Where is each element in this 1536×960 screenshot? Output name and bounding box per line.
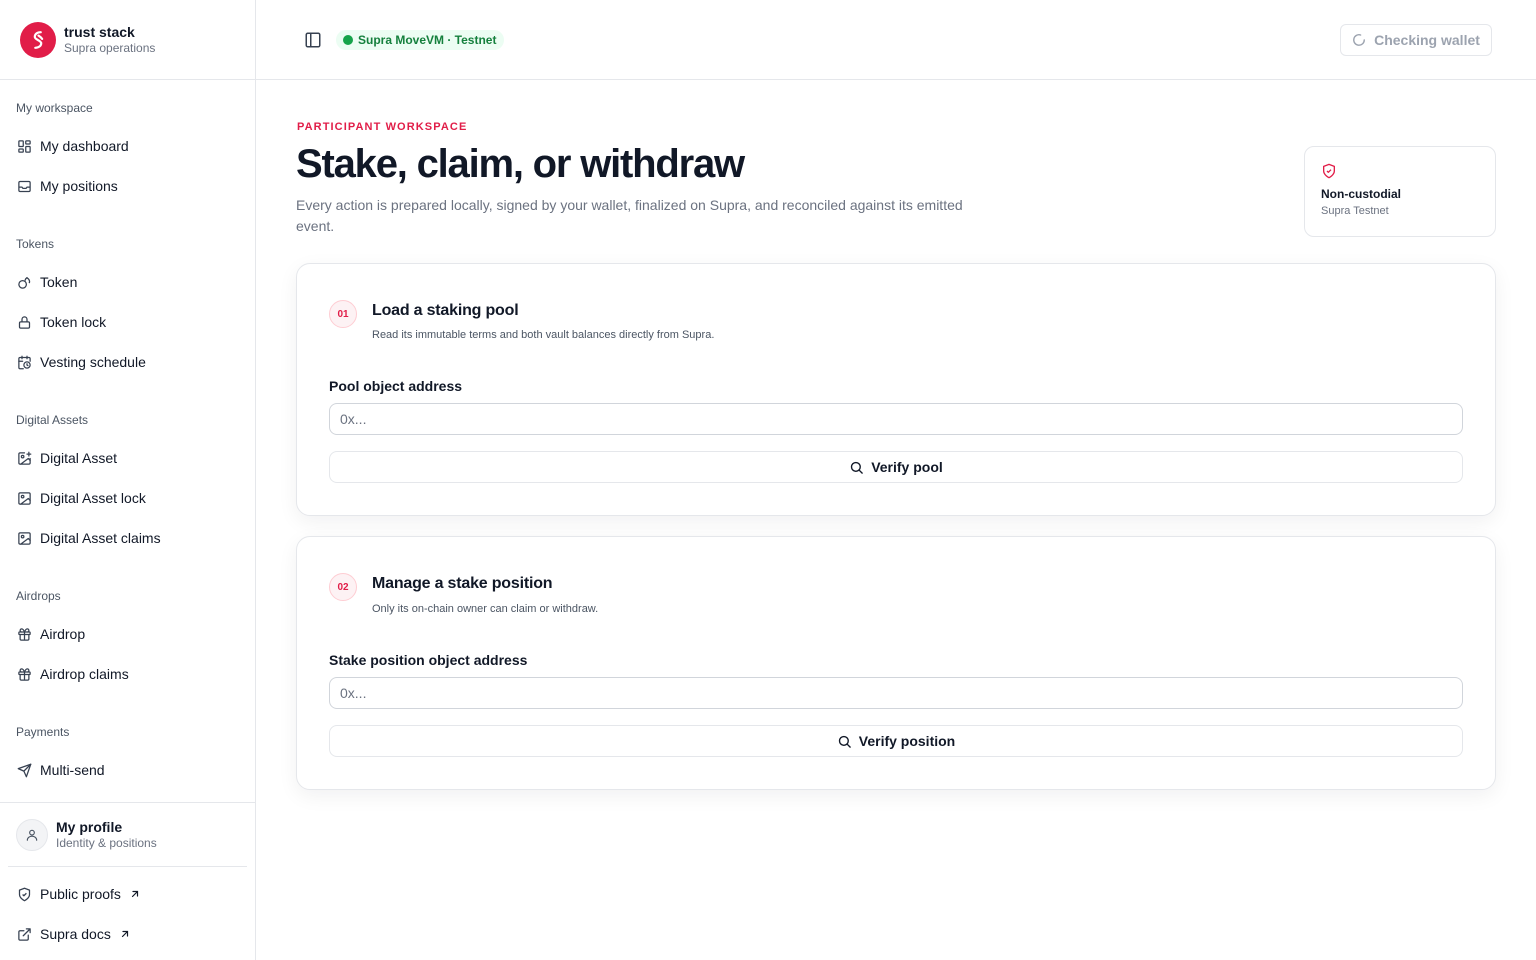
- divider: [8, 866, 247, 867]
- verify-pool-label: Verify pool: [871, 459, 943, 475]
- sidebar-toggle-icon[interactable]: [304, 31, 322, 49]
- step-subtitle: Only its on-chain owner can claim or wit…: [372, 603, 599, 615]
- search-icon: [837, 734, 852, 749]
- sidebar-item-label: Digital Asset claims: [40, 530, 161, 546]
- nav-group-label-digital-assets: Digital Assets: [16, 413, 89, 427]
- custody-card-subtitle: Supra Testnet: [1321, 205, 1389, 217]
- sidebar-item-digital-asset[interactable]: Digital Asset: [8, 441, 246, 475]
- network-badge-label: Supra MoveVM · Testnet: [358, 33, 497, 47]
- custody-card-title: Non-custodial: [1321, 187, 1401, 201]
- sidebar-item-vesting-schedule[interactable]: Vesting schedule: [8, 345, 246, 379]
- sidebar-item-label: Airdrop: [40, 626, 86, 642]
- coins-icon: [16, 274, 32, 290]
- inbox-icon: [16, 178, 32, 194]
- sidebar-item-label: Airdrop claims: [40, 666, 129, 682]
- sidebar-item-public-proofs[interactable]: Public proofs: [8, 877, 246, 911]
- image-icon: [16, 530, 32, 546]
- image-plus-icon: [16, 450, 32, 466]
- sidebar: trust stack Supra operations My workspac…: [0, 0, 256, 960]
- sidebar-item-label: Token: [40, 274, 78, 290]
- nav-group-label-my-workspace: My workspace: [16, 101, 93, 115]
- profile-subtitle: Identity & positions: [56, 836, 157, 850]
- verify-pool-button[interactable]: Verify pool: [329, 451, 1463, 483]
- profile-section[interactable]: My profile Identity & positions: [0, 802, 255, 868]
- sidebar-item-label: Token lock: [40, 314, 107, 330]
- shield-check-icon: [1321, 163, 1337, 179]
- position-address-input[interactable]: [329, 677, 1463, 709]
- wallet-button[interactable]: Checking wallet: [1340, 24, 1492, 56]
- step-card-manage-position: 02 Manage a stake position Only its on-c…: [296, 536, 1496, 790]
- sidebar-item-label: Multi-send: [40, 762, 105, 778]
- sidebar-item-label: Digital Asset lock: [40, 490, 146, 506]
- brand[interactable]: trust stack Supra operations: [0, 0, 255, 80]
- wallet-button-label: Checking wallet: [1374, 32, 1480, 48]
- nav-group-label-payments: Payments: [16, 725, 70, 739]
- step-number: 01: [329, 300, 357, 328]
- step-title: Load a staking pool: [372, 302, 519, 319]
- sidebar-item-multi-send[interactable]: Multi-send: [8, 753, 246, 787]
- search-icon: [849, 460, 864, 475]
- status-dot-icon: [343, 35, 353, 45]
- step-number: 02: [329, 573, 357, 601]
- pool-address-label: Pool object address: [329, 378, 463, 394]
- position-address-label: Stake position object address: [329, 652, 528, 668]
- dashboard-icon: [16, 138, 32, 154]
- send-icon: [16, 762, 32, 778]
- page-description: Every action is prepared locally, signed…: [296, 197, 963, 234]
- network-badge: Supra MoveVM · Testnet: [336, 30, 505, 50]
- profile-name: My profile: [56, 819, 123, 835]
- spinner-icon: [1352, 33, 1366, 47]
- shield-check-icon: [16, 886, 32, 902]
- verify-position-button[interactable]: Verify position: [329, 725, 1463, 757]
- sidebar-item-token-lock[interactable]: Token lock: [8, 305, 246, 339]
- gift-icon: [16, 666, 32, 682]
- sidebar-item-digital-asset-lock[interactable]: Digital Asset lock: [8, 481, 246, 515]
- sidebar-item-label: Public proofs: [40, 886, 121, 902]
- image-lock-icon: [16, 490, 32, 506]
- step-card-load-pool: 01 Load a staking pool Read its immutabl…: [296, 263, 1496, 516]
- avatar: [16, 819, 48, 851]
- lock-icon: [16, 314, 32, 330]
- external-link-icon: [16, 926, 32, 942]
- page-title: Stake, claim, or withdraw: [296, 142, 745, 186]
- sidebar-item-supra-docs[interactable]: Supra docs: [8, 917, 246, 951]
- step-title: Manage a stake position: [372, 575, 553, 592]
- nav-group-label-airdrops: Airdrops: [16, 589, 61, 603]
- arrow-up-right-icon: [129, 888, 141, 900]
- verify-position-label: Verify position: [858, 733, 956, 749]
- sidebar-item-airdrop-claims[interactable]: Airdrop claims: [8, 657, 246, 691]
- brand-subtitle: Supra operations: [64, 40, 156, 55]
- nav-group-label-tokens: Tokens: [16, 237, 55, 251]
- sidebar-item-label: Digital Asset: [40, 450, 118, 466]
- pool-address-input[interactable]: [329, 403, 1463, 435]
- topbar: Supra MoveVM · Testnet Checking wallet: [256, 0, 1536, 80]
- sidebar-item-digital-asset-claims[interactable]: Digital Asset claims: [8, 521, 246, 555]
- custody-card: Non-custodial Supra Testnet: [1304, 146, 1496, 237]
- page-eyebrow: PARTICIPANT WORKSPACE: [297, 121, 468, 133]
- sidebar-item-label: Vesting schedule: [40, 354, 146, 370]
- sidebar-item-label: Supra docs: [40, 926, 111, 942]
- sidebar-item-my-positions[interactable]: My positions: [8, 169, 246, 203]
- sidebar-item-label: My dashboard: [40, 138, 129, 154]
- calendar-clock-icon: [16, 354, 32, 370]
- brand-name: trust stack: [64, 23, 135, 40]
- brand-logo-icon: [20, 21, 56, 58]
- gift-icon: [16, 626, 32, 642]
- sidebar-item-token[interactable]: Token: [8, 265, 246, 299]
- sidebar-item-my-dashboard[interactable]: My dashboard: [8, 129, 246, 163]
- step-subtitle: Read its immutable terms and both vault …: [372, 329, 715, 341]
- sidebar-item-label: My positions: [40, 178, 118, 194]
- arrow-up-right-icon: [119, 928, 131, 940]
- sidebar-item-airdrop[interactable]: Airdrop: [8, 617, 246, 651]
